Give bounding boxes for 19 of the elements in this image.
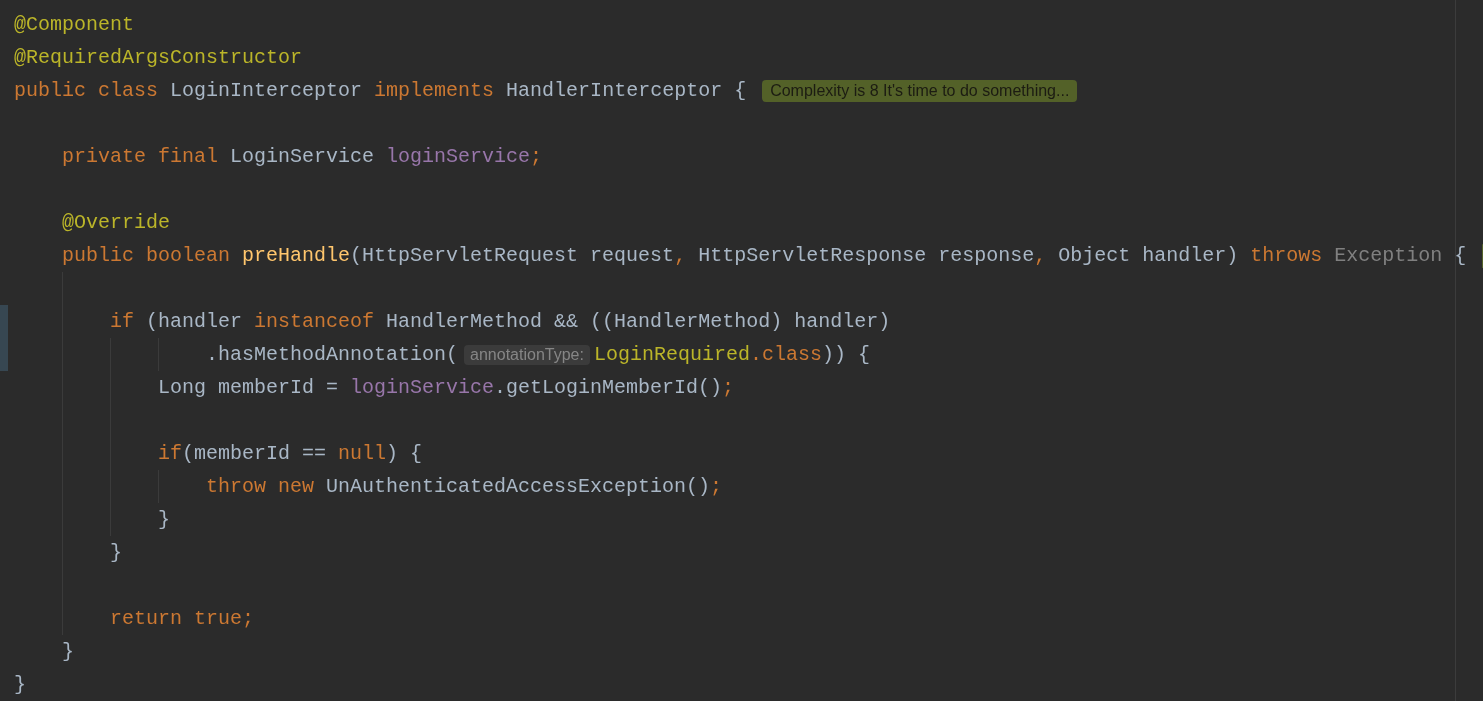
code-text: .hasMethodAnnotation( [206, 342, 459, 367]
code-text: } [110, 540, 122, 565]
code-text: public boolean preHandle(HttpServletRequest request, HttpServletResponse response, Object handler) throws Exception { [62, 243, 1467, 268]
code-text: @Component [14, 12, 135, 37]
code-text: } [158, 507, 170, 532]
code-text: if (handler instanceof HandlerMethod && ((HandlerMethod) handler) [110, 309, 891, 334]
code-text: private final LoginService loginService; [62, 144, 543, 169]
code-text: if(memberId == null) { [158, 441, 423, 466]
code-text: @RequiredArgsConstructor [14, 45, 303, 70]
code-text: Long memberId = loginService.getLoginMemberId(); [158, 375, 735, 400]
code-text: return true; [110, 606, 255, 631]
parameter-hint: annotationType: [464, 344, 590, 365]
code-text: @Override [62, 210, 171, 235]
code-text: } [62, 639, 74, 664]
code-text: throw new UnAuthenticatedAccessException(); [206, 474, 723, 499]
code-text: public class LoginInterceptor implements HandlerInterceptor { [14, 78, 747, 103]
complexity-badge: Complexity is 8 It's time to do something... [762, 79, 1078, 102]
code-text: } [14, 672, 26, 697]
code-text: LoginRequired.class)) { [593, 342, 870, 367]
